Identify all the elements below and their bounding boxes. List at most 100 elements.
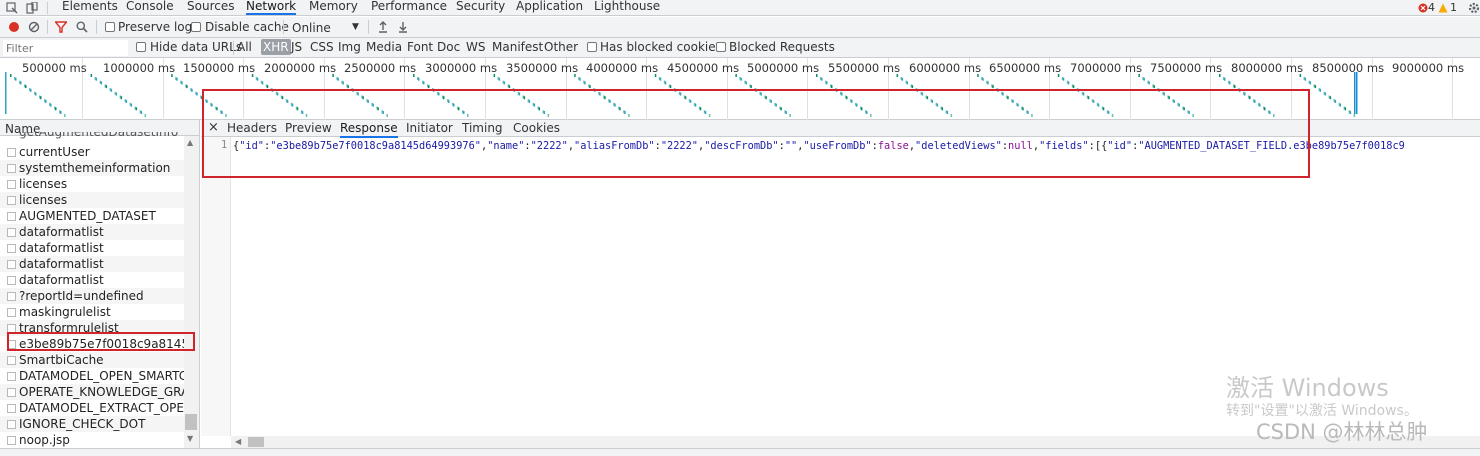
type-filter-js[interactable]: JS <box>291 39 302 55</box>
import-har-icon[interactable] <box>377 21 389 33</box>
tab-elements[interactable]: Elements <box>62 0 118 15</box>
timeline-request-bar <box>64 114 66 117</box>
list-item-label: getAugmentedDatasetInfo <box>19 132 179 139</box>
warning-count-icon[interactable] <box>1438 2 1450 14</box>
list-item[interactable]: licenses <box>0 192 184 208</box>
timeline-request-bar <box>423 81 425 85</box>
export-har-icon[interactable] <box>397 21 409 33</box>
hide-data-urls-label[interactable]: Hide data URLs <box>150 39 242 55</box>
timeline-request-bar <box>105 85 108 89</box>
blocked-requests-checkbox[interactable] <box>716 42 726 52</box>
type-filter-manifest[interactable]: Manifest <box>492 39 543 55</box>
list-item[interactable]: DATAMODEL_EXTRACT_OPEN_ <box>0 400 184 416</box>
list-item[interactable]: dataformatlist <box>0 272 184 288</box>
has-blocked-cookies-checkbox[interactable] <box>587 42 597 52</box>
type-filter-other[interactable]: Other <box>544 39 578 55</box>
type-filter-all[interactable]: All <box>237 39 252 55</box>
record-icon[interactable] <box>8 21 20 33</box>
throttling-dropdown-icon[interactable]: ▼ <box>352 19 359 35</box>
disable-cache-checkbox[interactable] <box>191 22 201 32</box>
timeline-request-bar <box>5 90 7 93</box>
disable-cache-label[interactable]: Disable cache <box>205 19 289 35</box>
list-item[interactable]: systemthemeinformation <box>0 160 184 176</box>
list-item-label: maskingrulelist <box>19 305 111 319</box>
list-item[interactable]: AUGMENTED_DATASET <box>0 208 184 224</box>
clear-icon[interactable] <box>28 21 40 33</box>
type-filter-media[interactable]: Media <box>366 39 402 55</box>
throttling-select[interactable]: Online <box>292 20 331 36</box>
request-type-icon <box>7 388 16 397</box>
filter-icon[interactable] <box>54 21 68 33</box>
list-item-label: dataformatlist <box>19 257 104 271</box>
device-toolbar-icon[interactable] <box>26 1 38 14</box>
request-type-icon <box>7 276 16 285</box>
type-filter-xhr[interactable]: XHR <box>261 39 291 55</box>
timeline-request-bar <box>1339 103 1342 107</box>
list-item[interactable]: currentUser <box>0 144 184 160</box>
timeline-request-bar <box>55 107 57 111</box>
tab-performance[interactable]: Performance <box>371 0 447 15</box>
list-item[interactable]: ?reportId=undefined <box>0 288 184 304</box>
type-filter-css[interactable]: CSS <box>310 39 334 55</box>
list-item-label: DATAMODEL_EXTRACT_OPEN_ <box>19 401 184 415</box>
timeline-request-bar <box>120 96 123 100</box>
tab-sources[interactable]: Sources <box>187 0 234 15</box>
tab-lighthouse[interactable]: Lighthouse <box>594 0 660 15</box>
timeline-tick-label: 5000000 ms <box>747 61 820 75</box>
hide-data-urls-checkbox[interactable] <box>136 42 146 52</box>
timeline-request-bar <box>5 105 7 108</box>
error-count[interactable]: 4 <box>1428 0 1435 16</box>
preserve-log-label[interactable]: Preserve log <box>118 19 192 35</box>
scroll-up-icon[interactable]: ▲ <box>187 138 193 147</box>
tab-memory[interactable]: Memory <box>309 0 358 15</box>
scroll-down-icon[interactable]: ▼ <box>187 434 193 443</box>
list-item[interactable]: dataformatlist <box>0 240 184 256</box>
settings-gear-icon[interactable] <box>1468 2 1480 14</box>
list-item[interactable]: OPERATE_KNOWLEDGE_GRAPH <box>0 384 184 400</box>
list-item[interactable]: DATAMODEL_OPEN_SMARTCU <box>0 368 184 384</box>
list-item[interactable]: licenses <box>0 176 184 192</box>
request-type-icon <box>7 228 16 237</box>
type-filter-doc[interactable]: Doc <box>437 39 460 55</box>
type-filter-font[interactable]: Font <box>407 39 433 55</box>
tab-application[interactable]: Application <box>516 0 583 15</box>
timeline-request-bar <box>130 103 133 107</box>
request-list-scrollbar[interactable]: ▲ ▼ <box>184 136 199 448</box>
list-item[interactable]: dataformatlist <box>0 256 184 272</box>
hscrollbar-thumb[interactable] <box>248 437 264 447</box>
list-item[interactable]: maskingrulelist <box>0 304 184 320</box>
type-filter-ws[interactable]: WS <box>466 39 485 55</box>
timeline-request-bar <box>1319 88 1322 92</box>
timeline-request-bar <box>5 108 7 111</box>
list-item[interactable]: SmartbiCache <box>0 352 184 368</box>
timeline-request-bar <box>5 81 7 84</box>
scroll-left-icon[interactable]: ◀ <box>235 437 241 446</box>
timeline-request-bar <box>186 85 188 89</box>
list-item-partial[interactable]: getAugmentedDatasetInfo <box>0 132 184 140</box>
has-blocked-cookies-label[interactable]: Has blocked cookies <box>600 39 722 55</box>
tab-security[interactable]: Security <box>456 0 505 15</box>
preserve-log-checkbox[interactable] <box>105 22 115 32</box>
filter-input[interactable] <box>3 40 128 56</box>
timeline-request-bar <box>5 102 7 105</box>
list-item[interactable]: IGNORE_CHECK_DOT <box>0 416 184 432</box>
type-filter-img[interactable]: Img <box>338 39 361 55</box>
blocked-requests-label[interactable]: Blocked Requests <box>729 39 835 55</box>
search-icon[interactable] <box>76 21 88 33</box>
timeline-request-bar <box>750 85 752 89</box>
list-item[interactable]: dataformatlist <box>0 224 184 240</box>
tab-network[interactable]: Network <box>246 0 297 15</box>
timeline-request-bar <box>181 81 183 85</box>
inspect-element-icon[interactable] <box>6 2 18 14</box>
warning-count[interactable]: 1 <box>1450 0 1457 16</box>
request-type-icon <box>7 180 16 189</box>
scrollbar-thumb[interactable] <box>185 414 197 430</box>
list-item[interactable]: noop.jsp <box>0 432 184 448</box>
timeline-tick-label: 4500000 ms <box>667 61 740 75</box>
timeline-request-bar <box>45 99 47 103</box>
timeline-request-bar <box>5 87 7 90</box>
timeline-request-bar <box>5 111 7 114</box>
timeline-request-bar <box>1354 84 1356 87</box>
tab-console[interactable]: Console <box>126 0 174 15</box>
request-type-icon <box>7 148 16 157</box>
